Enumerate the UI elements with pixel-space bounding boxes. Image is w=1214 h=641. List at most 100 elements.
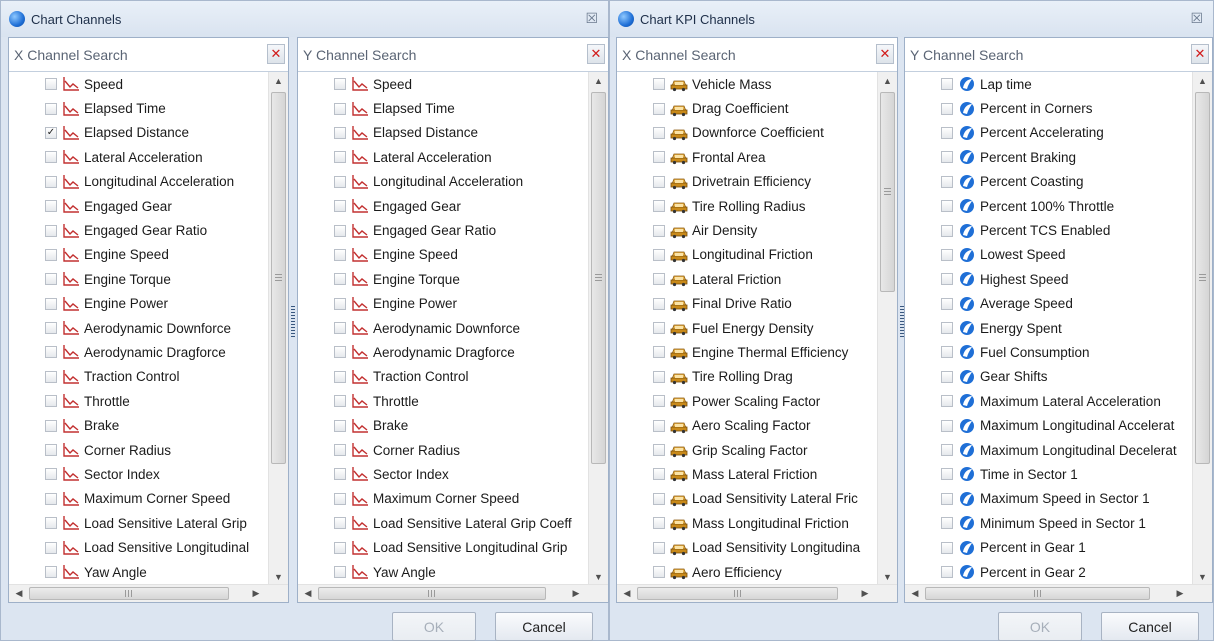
channel-list-item[interactable]: Engine Torque <box>298 267 588 291</box>
channel-list-item[interactable]: Fuel Consumption <box>905 340 1192 364</box>
vertical-scroll-thumb[interactable] <box>1195 92 1210 464</box>
scroll-up-arrow-icon[interactable]: ▲ <box>878 72 897 90</box>
channel-checkbox[interactable] <box>45 151 57 164</box>
channel-checkbox[interactable] <box>334 322 346 335</box>
channel-list-item[interactable]: Load Sensitivity Lateral Fric <box>617 487 877 511</box>
channel-checkbox[interactable] <box>45 517 57 530</box>
channel-checkbox[interactable] <box>941 468 953 481</box>
channel-list-item[interactable]: Maximum Longitudinal Accelerat <box>905 413 1192 437</box>
channel-checkbox[interactable] <box>653 370 665 383</box>
channel-checkbox[interactable] <box>653 322 665 335</box>
channel-checkbox[interactable] <box>45 175 57 188</box>
channel-checkbox[interactable] <box>334 370 346 383</box>
channel-checkbox[interactable] <box>941 248 953 261</box>
channel-checkbox[interactable] <box>941 395 953 408</box>
channel-list-item[interactable]: Engine Speed <box>298 243 588 267</box>
close-icon[interactable]: ☒ <box>1190 11 1203 25</box>
channel-list-item[interactable]: Average Speed <box>905 292 1192 316</box>
scroll-up-arrow-icon[interactable]: ▲ <box>589 72 608 90</box>
channel-list-item[interactable]: Maximum Longitudinal Decelerat <box>905 438 1192 462</box>
channel-checkbox[interactable] <box>941 566 953 578</box>
channel-list-item[interactable]: Elapsed Time <box>9 96 268 120</box>
scroll-up-arrow-icon[interactable]: ▲ <box>269 72 288 90</box>
channel-list-item[interactable]: Longitudinal Acceleration <box>298 170 588 194</box>
channel-list-item[interactable]: Lateral Acceleration <box>9 145 268 169</box>
channel-list-item[interactable]: Lowest Speed <box>905 243 1192 267</box>
channel-list-item[interactable]: Speed <box>9 72 268 96</box>
channel-list-item[interactable]: Air Density <box>617 218 877 242</box>
horizontal-scrollbar[interactable]: ◀ ▶ <box>617 584 897 602</box>
channel-list-item[interactable]: Tire Rolling Radius <box>617 194 877 218</box>
channel-checkbox[interactable] <box>334 248 346 261</box>
channel-list-item[interactable]: Engaged Gear Ratio <box>9 218 268 242</box>
channel-checkbox[interactable] <box>653 468 665 481</box>
channel-list-item[interactable]: Lap time <box>905 72 1192 96</box>
horizontal-scrollbar[interactable]: ◀ ▶ <box>298 584 608 602</box>
channel-checkbox[interactable] <box>653 224 665 237</box>
channel-list-item[interactable]: Load Sensitive Lateral Grip <box>9 511 268 535</box>
channel-list-item[interactable]: Yaw Angle <box>298 560 588 584</box>
channel-list-item[interactable]: Throttle <box>9 389 268 413</box>
scroll-right-arrow-icon[interactable]: ▶ <box>857 585 873 602</box>
channel-checkbox[interactable] <box>45 346 57 359</box>
channel-list-item[interactable]: ✓ Elapsed Distance <box>9 121 268 145</box>
channel-list-item[interactable]: Traction Control <box>9 365 268 389</box>
ok-button[interactable]: OK <box>392 612 476 641</box>
channel-list-item[interactable]: Corner Radius <box>9 438 268 462</box>
channel-list-item[interactable]: Brake <box>9 413 268 437</box>
channel-checkbox[interactable] <box>334 566 346 578</box>
channel-checkbox[interactable] <box>45 395 57 408</box>
channel-list-item[interactable]: Percent in Gear 1 <box>905 535 1192 559</box>
cancel-button[interactable]: Cancel <box>1101 612 1199 641</box>
channel-checkbox[interactable] <box>45 419 57 432</box>
channel-checkbox[interactable] <box>334 468 346 481</box>
channel-list-item[interactable]: Engine Power <box>298 292 588 316</box>
channel-checkbox[interactable] <box>653 541 665 554</box>
channel-list-item[interactable]: Percent in Corners <box>905 96 1192 120</box>
scroll-right-arrow-icon[interactable]: ▶ <box>248 585 264 602</box>
channel-checkbox[interactable] <box>653 248 665 261</box>
vertical-scrollbar[interactable]: ▲ ▼ <box>268 72 288 586</box>
clear-search-icon[interactable]: ✕ <box>1191 44 1209 64</box>
panel-splitter[interactable] <box>291 306 295 338</box>
channel-checkbox[interactable]: ✓ <box>45 126 57 139</box>
channel-checkbox[interactable] <box>941 297 953 310</box>
channel-search-input[interactable] <box>617 38 873 71</box>
channel-list-item[interactable]: Percent Accelerating <box>905 121 1192 145</box>
channel-checkbox[interactable] <box>334 346 346 359</box>
channel-checkbox[interactable] <box>45 322 57 335</box>
channel-list-item[interactable]: Maximum Speed in Sector 1 <box>905 487 1192 511</box>
title-bar[interactable]: Chart KPI Channels ☒ <box>610 1 1213 37</box>
channel-list-item[interactable]: Percent in Gear 2 <box>905 560 1192 584</box>
channel-checkbox[interactable] <box>941 102 953 115</box>
vertical-scroll-thumb[interactable] <box>591 92 606 464</box>
channel-checkbox[interactable] <box>45 297 57 310</box>
scroll-right-arrow-icon[interactable]: ▶ <box>1172 585 1188 602</box>
channel-checkbox[interactable] <box>653 444 665 457</box>
channel-list-item[interactable]: Sector Index <box>9 462 268 486</box>
channel-checkbox[interactable] <box>334 200 346 213</box>
channel-checkbox[interactable] <box>334 102 346 115</box>
channel-checkbox[interactable] <box>653 273 665 286</box>
channel-list-item[interactable]: Aerodynamic Downforce <box>298 316 588 340</box>
channel-list-item[interactable]: Traction Control <box>298 365 588 389</box>
vertical-scrollbar[interactable]: ▲ ▼ <box>1192 72 1212 586</box>
channel-checkbox[interactable] <box>334 517 346 530</box>
channel-checkbox[interactable] <box>45 273 57 286</box>
clear-search-icon[interactable]: ✕ <box>587 44 605 64</box>
channel-list-item[interactable]: Lateral Acceleration <box>298 145 588 169</box>
channel-list-item[interactable]: Vehicle Mass <box>617 72 877 96</box>
channel-list-item[interactable]: Time in Sector 1 <box>905 462 1192 486</box>
vertical-scroll-thumb[interactable] <box>880 92 895 292</box>
channel-checkbox[interactable] <box>653 297 665 310</box>
channel-list-item[interactable]: Engaged Gear Ratio <box>298 218 588 242</box>
horizontal-scrollbar[interactable]: ◀ ▶ <box>905 584 1212 602</box>
clear-search-icon[interactable]: ✕ <box>876 44 894 64</box>
channel-checkbox[interactable] <box>45 224 57 237</box>
channel-list-item[interactable]: Brake <box>298 413 588 437</box>
channel-list-item[interactable]: Maximum Corner Speed <box>298 487 588 511</box>
channel-list-item[interactable]: Mass Longitudinal Friction <box>617 511 877 535</box>
channel-list-item[interactable]: Percent TCS Enabled <box>905 218 1192 242</box>
channel-list-item[interactable]: Minimum Speed in Sector 1 <box>905 511 1192 535</box>
channel-checkbox[interactable] <box>941 492 953 505</box>
